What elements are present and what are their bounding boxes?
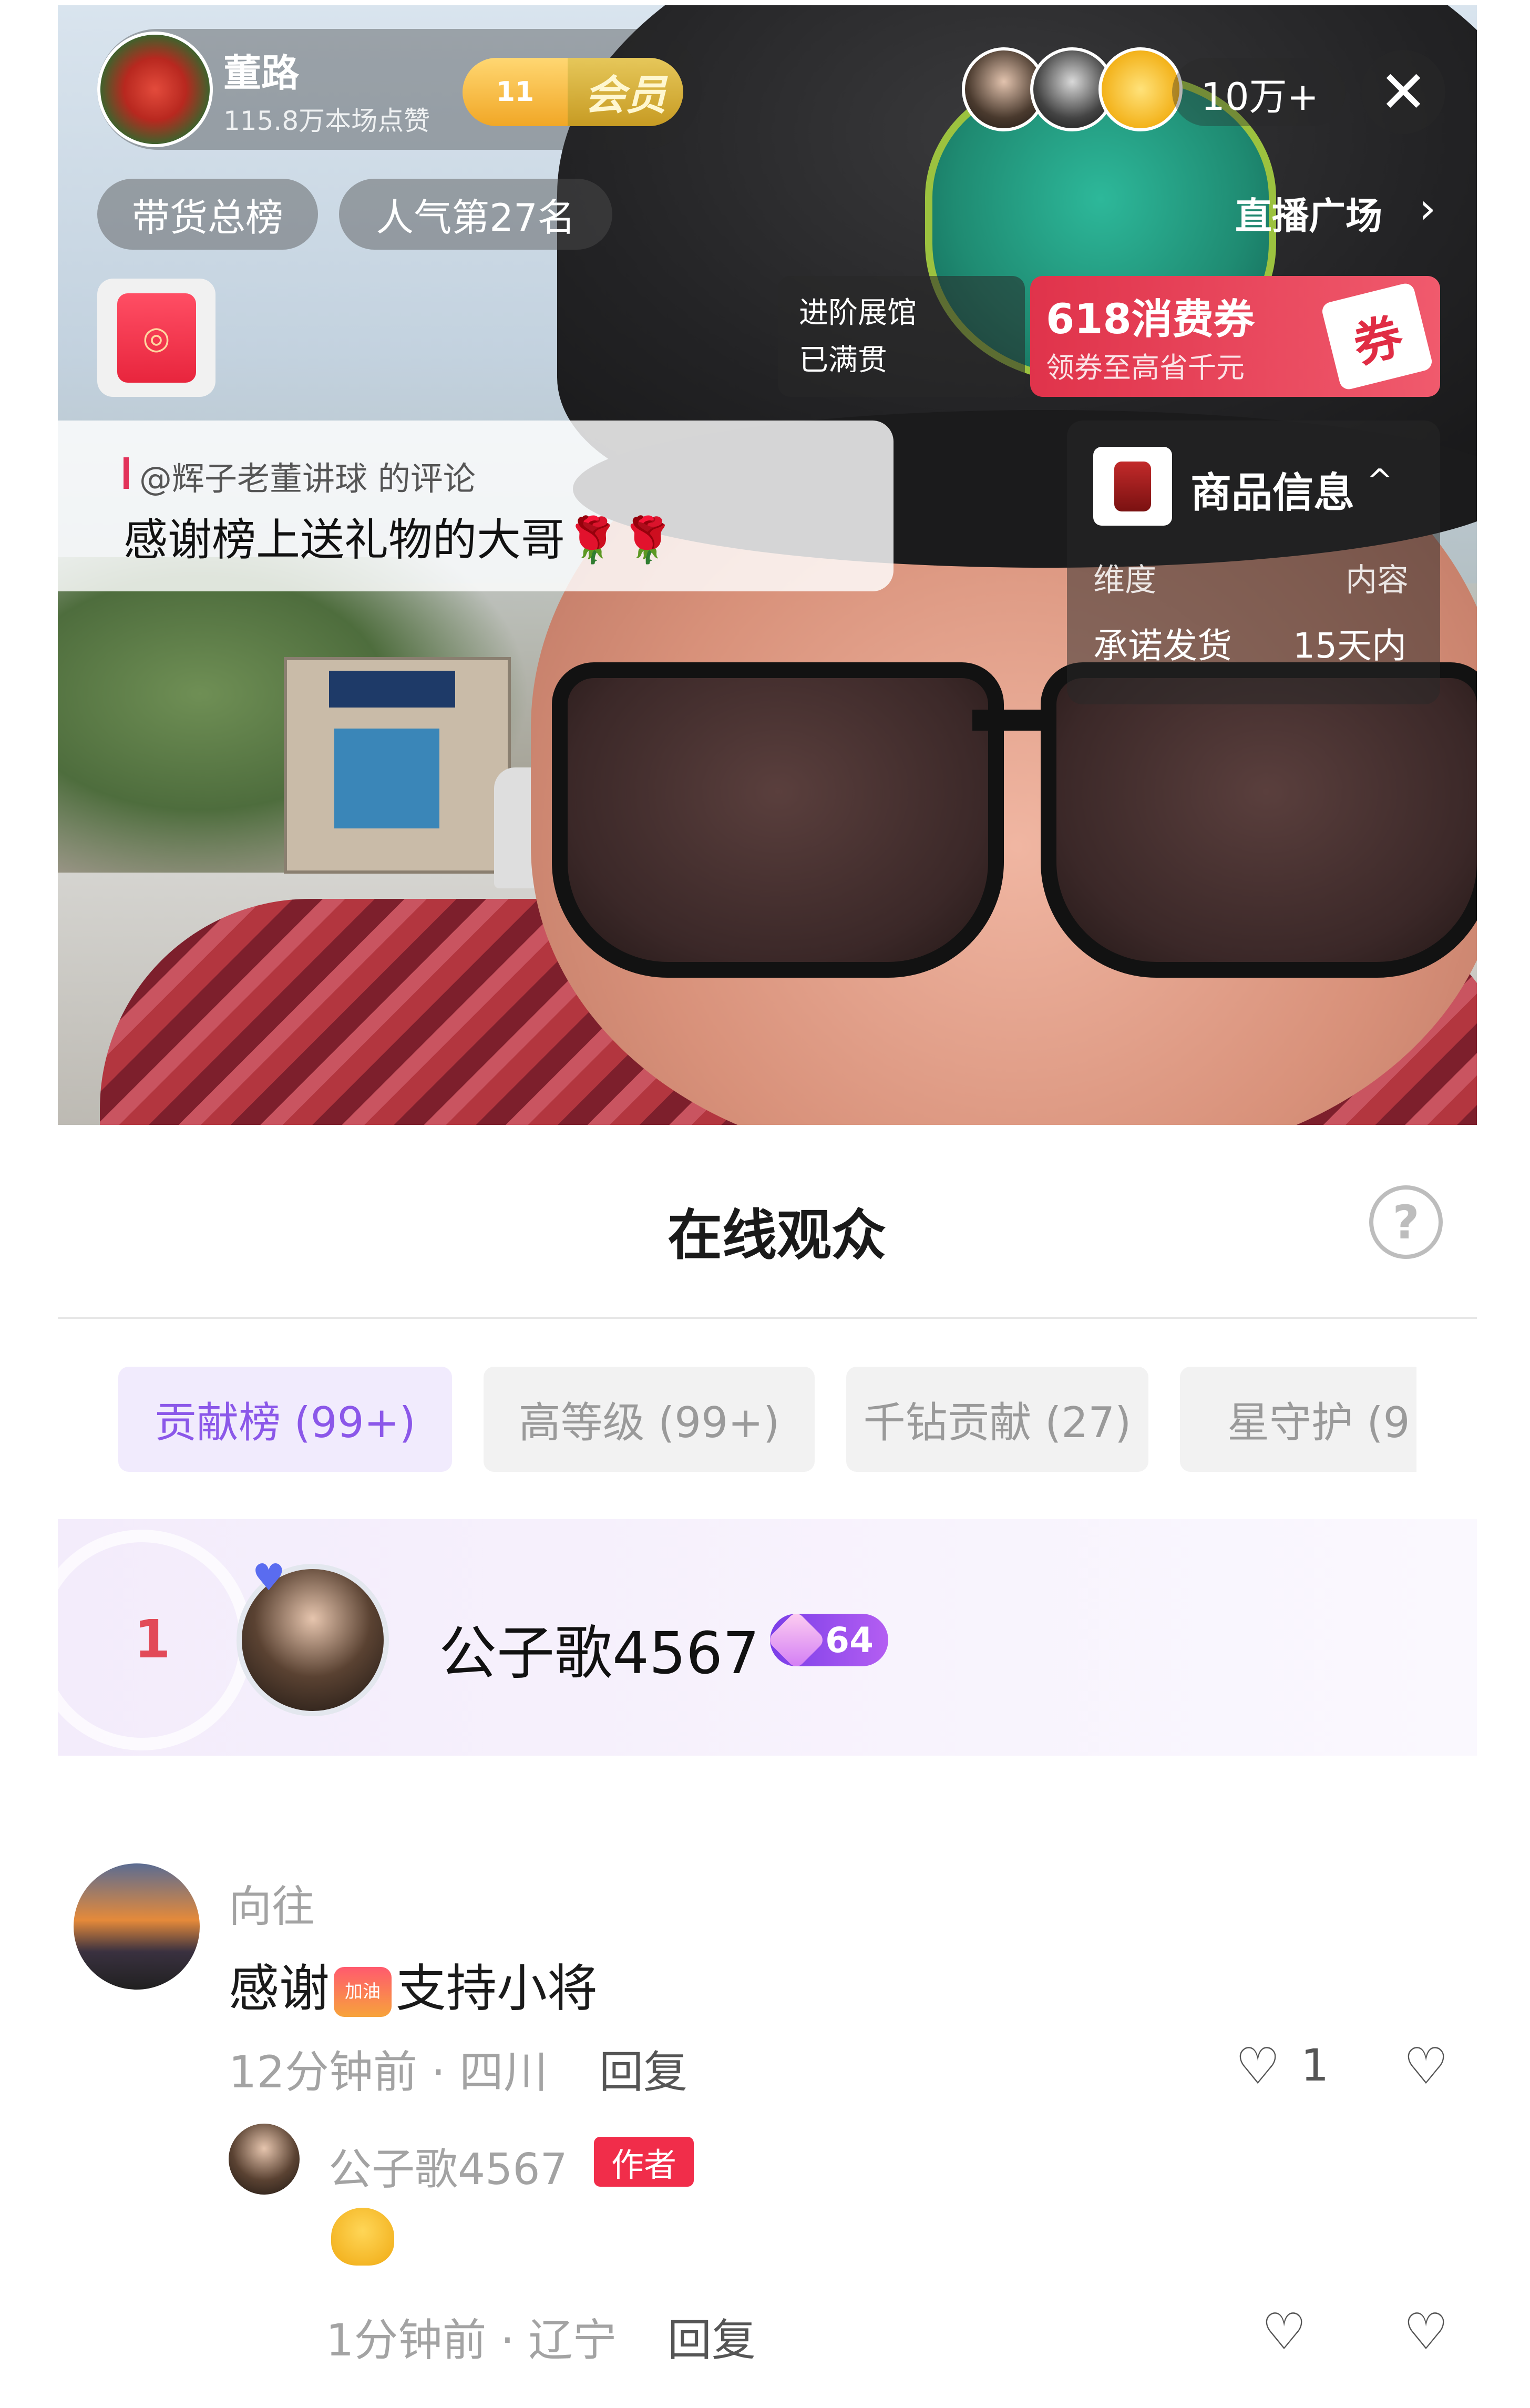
coupon-title: 618消费券 — [1046, 296, 1255, 343]
help-icon[interactable]: ? — [1369, 1185, 1443, 1259]
chevron-up-icon[interactable]: ^ — [1367, 463, 1393, 499]
pinned-comment-text: 感谢榜上送礼物的大哥🌹🌹 — [124, 514, 675, 566]
fan-level-badge[interactable]: 11 — [463, 58, 568, 126]
comment-text-before: 感谢 — [229, 1959, 330, 2018]
viewer-count[interactable]: 10万+ — [1201, 66, 1319, 121]
comment-text: 感谢 加油 支持小将 — [229, 1948, 598, 2021]
heart-outline-icon[interactable]: ♡ — [1261, 2302, 1307, 2361]
sales-rank-chip[interactable]: 带货总榜 — [97, 179, 318, 250]
heart-icon: ♥ — [252, 1556, 285, 1599]
rank-username[interactable]: 公子歌4567 — [439, 1606, 759, 1690]
coupon-subtitle: 领券至高省千元 — [1046, 351, 1245, 384]
sunglasses-left — [552, 662, 1004, 978]
host-name[interactable]: 董路 — [223, 42, 299, 97]
promo-line1: 进阶展馆 — [799, 296, 917, 330]
divider — [58, 1317, 1477, 1319]
product-col2-header: 内容 — [1346, 562, 1409, 599]
reply-button[interactable]: 回复 — [668, 2305, 756, 2369]
product-thumbnail[interactable] — [1093, 447, 1172, 526]
tab-high-level[interactable]: 高等级 (99+) — [484, 1367, 815, 1472]
host-avatar[interactable] — [97, 32, 213, 147]
sunglasses-bridge — [972, 710, 1056, 731]
author-tag: 作者 — [594, 2137, 694, 2187]
comment-avatar[interactable] — [74, 1863, 200, 1990]
broken-heart-icon[interactable]: ♡ — [1403, 2037, 1449, 2096]
host-likes: 115.8万本场点赞 — [223, 106, 430, 136]
chevron-right-icon[interactable]: › — [1419, 184, 1436, 233]
sunglasses-right — [1041, 662, 1477, 978]
user-level-badge: 64 — [766, 1610, 888, 1670]
comment-username[interactable]: 向往 — [229, 1871, 315, 1934]
cheer-emoji-icon: 加油 — [334, 1967, 392, 2017]
close-button[interactable]: ✕ — [1361, 50, 1445, 134]
product-jar-icon — [1114, 461, 1151, 511]
product-row-label: 承诺发货 — [1093, 626, 1232, 666]
tab-diamond-contribution[interactable]: 千钻贡献 (27) — [846, 1367, 1148, 1472]
red-packet-button[interactable]: ◎ — [97, 279, 215, 397]
tab-star-guard[interactable]: 星守护 (9 — [1180, 1367, 1416, 1472]
pinned-comment-header: @辉子老董讲球 的评论 — [139, 459, 476, 498]
pinned-comment-accent — [124, 457, 129, 489]
viewer-avatar[interactable] — [1098, 47, 1183, 131]
video-booth — [284, 657, 511, 874]
live-plaza-link[interactable]: 直播广场 — [1235, 187, 1382, 240]
product-col1-header: 维度 — [1093, 562, 1156, 599]
sheet-title: 在线观众 — [668, 1203, 887, 1267]
heart-outline-icon[interactable]: ♡ — [1235, 2037, 1280, 2096]
reply-username[interactable]: 公子歌4567 — [328, 2134, 568, 2197]
folded-hands-emoji-icon — [331, 2208, 394, 2266]
red-envelope-icon: ◎ — [117, 293, 196, 383]
rank-number: 1 — [134, 1608, 171, 1670]
reply-button[interactable]: 回复 — [599, 2037, 687, 2100]
user-level-value: 64 — [825, 1620, 874, 1661]
comment-text-after: 支持小将 — [396, 1959, 598, 2018]
promo-line2: 已满贯 — [799, 343, 887, 377]
popularity-rank-chip[interactable]: 人气第27名 — [339, 179, 612, 250]
like-count: 1 — [1301, 2040, 1329, 2091]
product-info-title[interactable]: 商品信息 — [1190, 460, 1354, 519]
tab-contribution[interactable]: 贡献榜 (99+) — [118, 1367, 452, 1472]
reply-time-location: 1分钟前 · 辽宁 — [326, 2314, 617, 2366]
comment-time-location: 12分钟前 · 四川 — [229, 2046, 548, 2098]
reply-avatar[interactable] — [229, 2124, 300, 2195]
vip-badge[interactable]: 会员 — [568, 58, 683, 126]
broken-heart-icon[interactable]: ♡ — [1403, 2302, 1449, 2361]
product-row-value: 15天内 — [1293, 626, 1406, 666]
